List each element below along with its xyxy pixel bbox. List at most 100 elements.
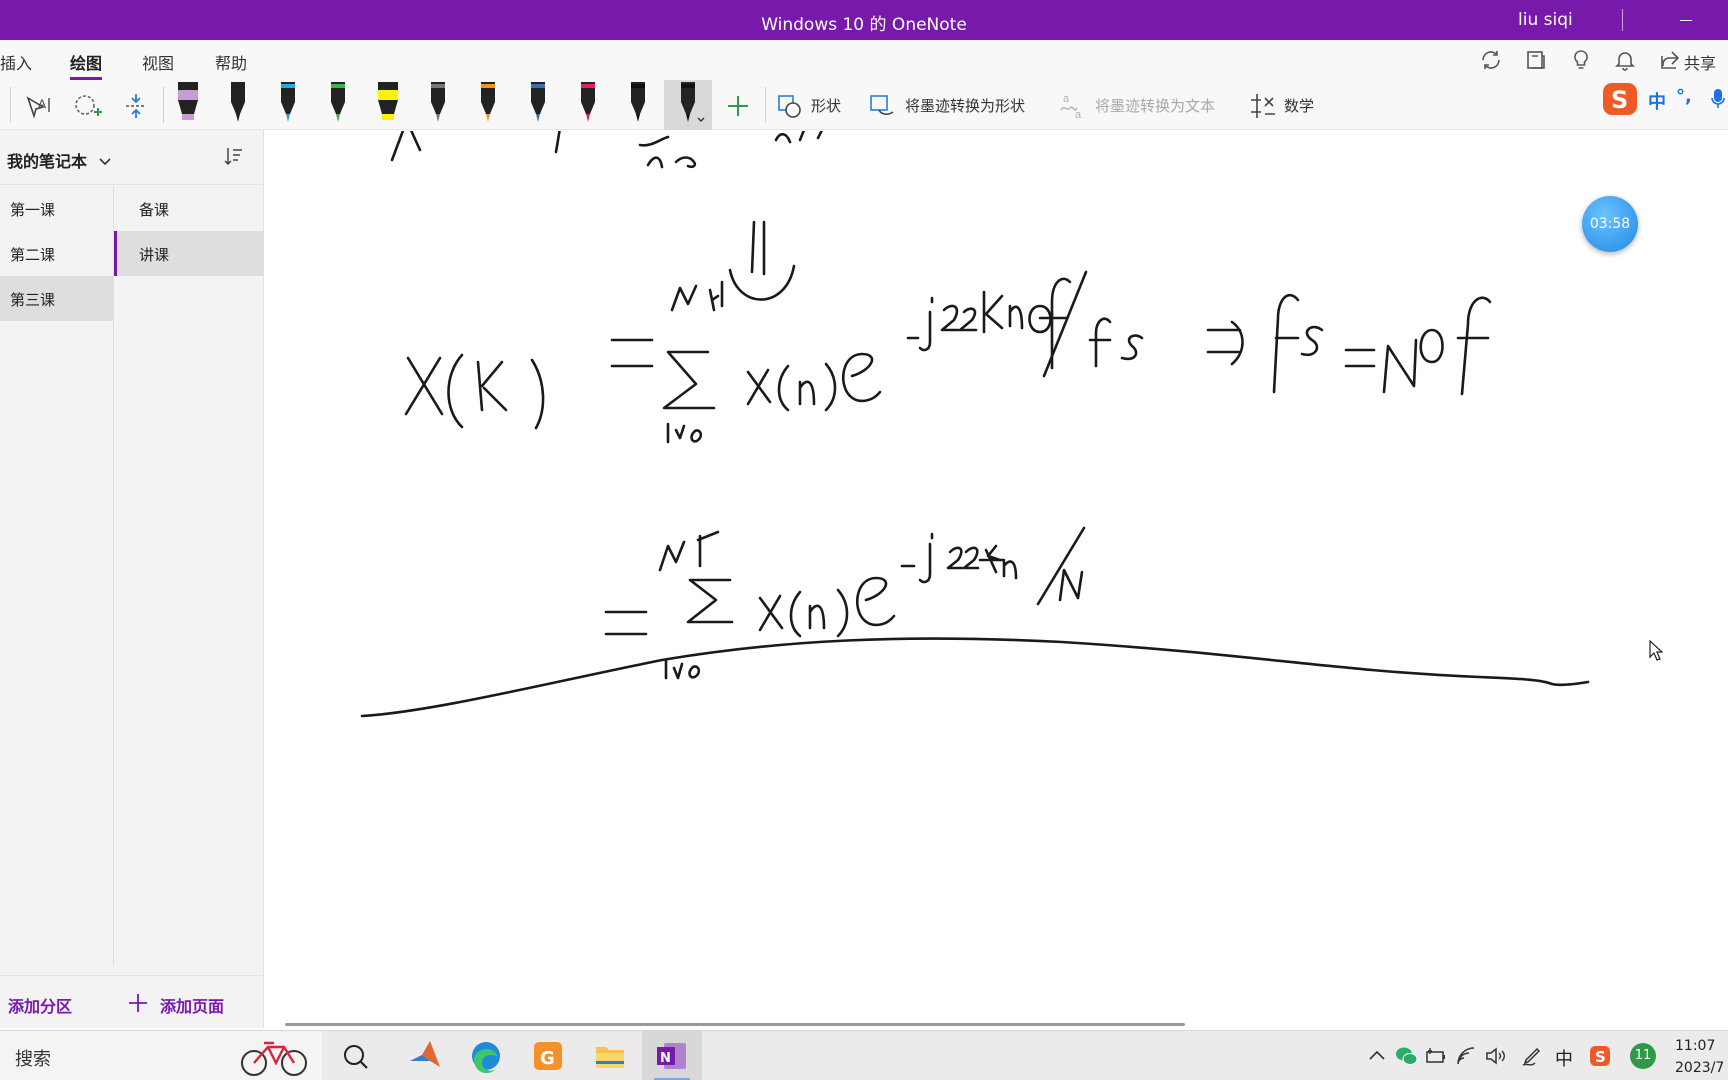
search-label: 搜索: [15, 1049, 51, 1070]
matlab-icon: [410, 1041, 440, 1067]
pen-black-selected[interactable]: [664, 80, 712, 130]
nav-footer: 添加分区 添加页面: [0, 975, 264, 1028]
sort-icon[interactable]: [222, 145, 244, 167]
shapes-button[interactable]: 形状: [811, 95, 841, 116]
timer-widget[interactable]: 03:58: [1582, 196, 1638, 252]
minimize-button[interactable]: [1670, 6, 1710, 34]
pen-orange[interactable]: [468, 80, 508, 130]
ime-indicator[interactable]: 中: [1555, 1045, 1573, 1070]
microphone-icon[interactable]: [1710, 88, 1726, 110]
page-item[interactable]: 讲课: [114, 231, 264, 276]
pen-workspace-icon[interactable]: [1520, 1044, 1544, 1068]
clock-time: 11:07: [1675, 1038, 1716, 1054]
tab-insert[interactable]: 插入: [0, 50, 32, 74]
ribbon-tabs: 插入 绘图 视图 帮助 共享: [0, 40, 1728, 80]
svg-text:G: G: [540, 1048, 555, 1069]
chevron-up-icon[interactable]: [1366, 1044, 1388, 1068]
user-name[interactable]: liu siqi: [1518, 10, 1573, 30]
mouse-cursor-icon: [1649, 640, 1663, 661]
pen-green[interactable]: [318, 80, 358, 130]
pen-icon: [531, 82, 545, 122]
add-pen-icon[interactable]: [720, 88, 756, 124]
ink-to-text-icon: a a: [1060, 93, 1082, 121]
svg-text:S: S: [1595, 1048, 1606, 1066]
tab-draw[interactable]: 绘图: [70, 50, 103, 80]
ink-to-shape-button[interactable]: 将墨迹转换为形状: [905, 95, 1025, 116]
bell-icon[interactable]: [1613, 48, 1637, 72]
pen-red[interactable]: [568, 80, 608, 130]
chevron-down-icon: [99, 158, 111, 166]
pen-yellow-highlighter[interactable]: [368, 80, 408, 130]
section-item[interactable]: 第一课: [0, 186, 113, 231]
svg-text:a: a: [1075, 109, 1082, 121]
sogou-tray-icon[interactable]: S: [1588, 1044, 1612, 1068]
pen-gray[interactable]: [418, 80, 458, 130]
add-section-button[interactable]: 添加分区: [8, 993, 72, 1017]
svg-text:A: A: [38, 97, 46, 111]
ink-to-shape-icon[interactable]: [865, 88, 901, 124]
page-item[interactable]: 备课: [114, 186, 264, 231]
pen-icon: [378, 82, 398, 120]
pen-icon: [431, 82, 445, 122]
pen-icon: [631, 82, 645, 122]
edge-icon: [472, 1042, 500, 1074]
plus-icon: [129, 994, 147, 1012]
taskbar-search[interactable]: 搜索: [0, 1031, 322, 1080]
share-button[interactable]: 共享: [1684, 50, 1716, 74]
bicycle-icon: [241, 1041, 307, 1076]
toolbar-divider: [10, 87, 11, 123]
pen-blue[interactable]: [518, 80, 558, 130]
pen-icon: [178, 82, 198, 120]
page-canvas[interactable]: [265, 126, 1728, 1028]
taskbar: 搜索 G N 中 S 11 11:07 2023/7: [0, 1030, 1728, 1080]
taskbar-sogou[interactable]: G: [518, 1031, 578, 1080]
tab-view[interactable]: 视图: [142, 50, 174, 74]
taskbar-search-app[interactable]: [326, 1031, 386, 1080]
battery-icon[interactable]: [1424, 1044, 1448, 1068]
ink-drawing: [360, 126, 1590, 718]
toolbar-divider: [765, 87, 766, 123]
notification-badge[interactable]: 11: [1630, 1043, 1656, 1069]
ink-to-text-button: 将墨迹转换为文本: [1095, 97, 1216, 115]
wechat-icon[interactable]: [1394, 1044, 1420, 1068]
pen-purple-highlighter[interactable]: [168, 80, 208, 130]
taskbar-file-explorer[interactable]: [580, 1031, 640, 1080]
navigation-pane: 我的笔记本 第一课 第二课 第三课 备课 讲课 添加分区 添加页面: [0, 130, 264, 1028]
notebook-icon[interactable]: [1524, 48, 1548, 72]
pen-black[interactable]: [218, 80, 258, 130]
clock-date: 2023/7: [1675, 1060, 1725, 1076]
section-item[interactable]: 第三课: [0, 276, 113, 321]
volume-icon[interactable]: [1484, 1044, 1508, 1068]
onenote-window: Windows 10 的 OneNote liu siqi 插入 绘图 视图 帮…: [0, 0, 1728, 1080]
notebook-header: 我的笔记本: [0, 130, 264, 185]
pen-black-2[interactable]: [618, 80, 658, 130]
notebook-selector[interactable]: 我的笔记本: [7, 148, 111, 172]
lasso-add-icon[interactable]: [69, 88, 105, 124]
title-bar: Windows 10 的 OneNote liu siqi: [0, 0, 1728, 40]
lasso-select-icon[interactable]: A: [20, 88, 56, 124]
section-item[interactable]: 第二课: [0, 231, 113, 276]
math-button[interactable]: 数学: [1284, 95, 1314, 116]
shapes-icon[interactable]: [773, 88, 809, 124]
pen-icon: [581, 82, 595, 122]
taskbar-edge[interactable]: [456, 1031, 516, 1080]
sync-icon[interactable]: [1479, 48, 1503, 72]
lightbulb-icon[interactable]: [1569, 48, 1593, 72]
share-icon[interactable]: [1658, 48, 1682, 72]
taskbar-matlab[interactable]: [394, 1031, 454, 1080]
sogou-logo-icon: S: [1603, 83, 1637, 115]
draw-toolbar: A 形状 将墨迹转换为形状 a a 将墨迹转换为文本 数学: [0, 80, 1728, 130]
tab-help[interactable]: 帮助: [215, 50, 247, 74]
insert-space-icon[interactable]: [118, 88, 154, 124]
ime-punctuation[interactable]: °,: [1676, 86, 1692, 107]
horizontal-scrollbar[interactable]: [285, 1023, 1185, 1026]
ime-toolbar[interactable]: S 中 °,: [1600, 80, 1728, 118]
ime-mode[interactable]: 中: [1648, 88, 1666, 114]
file-explorer-icon: [596, 1047, 624, 1068]
pen-cyan[interactable]: [268, 80, 308, 130]
wifi-icon[interactable]: [1454, 1044, 1478, 1068]
clock[interactable]: 11:07 2023/7: [1675, 1035, 1724, 1079]
notebook-name: 我的笔记本: [7, 152, 88, 171]
math-icon[interactable]: [1245, 88, 1281, 124]
taskbar-onenote[interactable]: N: [642, 1031, 702, 1080]
